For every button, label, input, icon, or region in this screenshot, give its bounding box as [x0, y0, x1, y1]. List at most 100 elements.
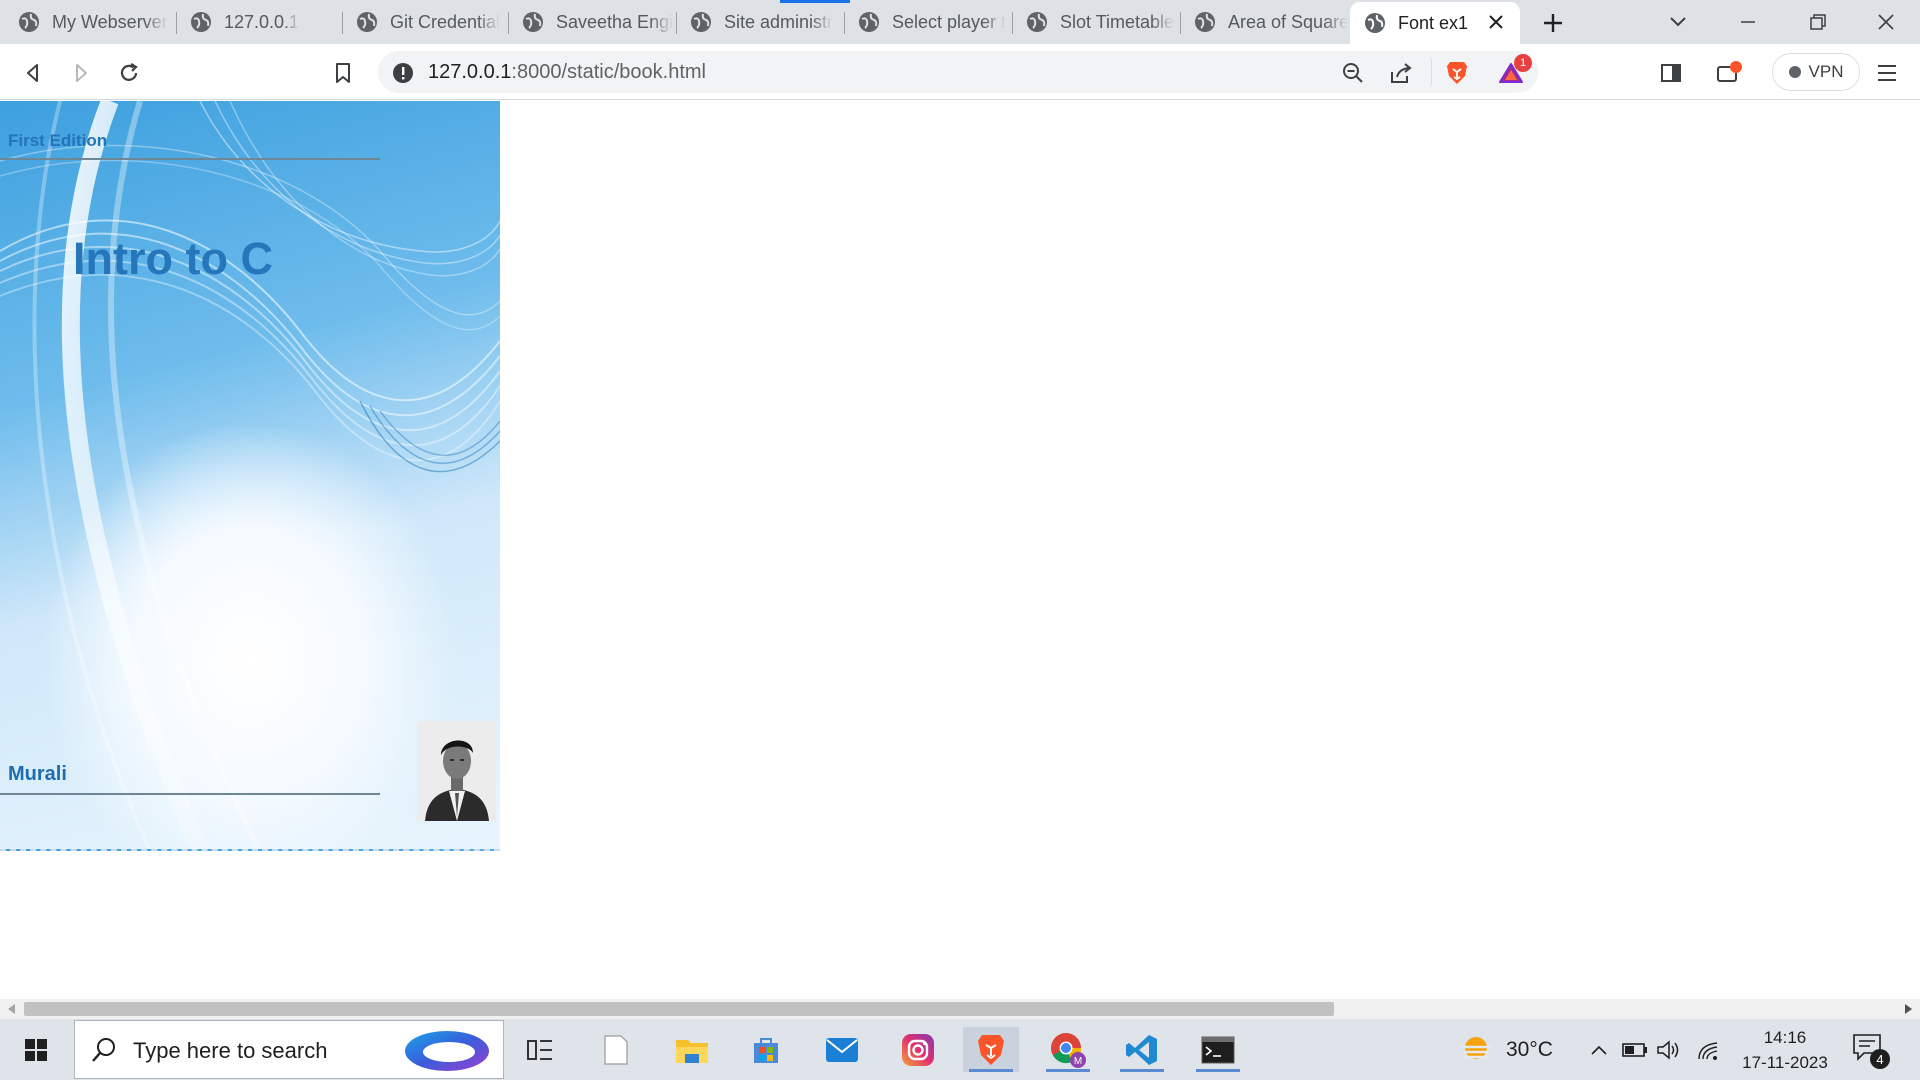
- tab-localhost[interactable]: 127.0.0.1: [176, 6, 342, 38]
- brave-icon: [978, 1034, 1004, 1065]
- sidebar-toggle-button[interactable]: [1654, 56, 1688, 90]
- close-icon: [1489, 15, 1503, 29]
- globe-icon: [1027, 12, 1047, 32]
- scrollbar-thumb[interactable]: [24, 1002, 1334, 1016]
- start-button[interactable]: [8, 1027, 64, 1072]
- brave-shields-button[interactable]: [1444, 60, 1470, 86]
- chrome-button[interactable]: M: [1040, 1027, 1096, 1072]
- tab-label: Git Credential: [390, 11, 501, 32]
- tab-site-administration[interactable]: Site administr: [676, 6, 844, 38]
- search-icon: [92, 1038, 115, 1062]
- url-path: :8000/static/book.html: [511, 61, 706, 83]
- scroll-left-button[interactable]: [6, 1003, 18, 1015]
- divider: [1431, 59, 1432, 85]
- instagram-button[interactable]: [890, 1027, 946, 1072]
- navigation-bar: 127.0.0.1:8000/static/book.html 1 VPN: [0, 44, 1920, 100]
- tab-label: Site administr: [724, 11, 834, 32]
- close-icon: [1878, 14, 1894, 30]
- restore-button[interactable]: [1790, 4, 1846, 40]
- bottom-rule: [0, 793, 380, 795]
- author-photo: [417, 721, 496, 821]
- taskbar-search[interactable]: Type here to search: [74, 1020, 504, 1079]
- clock-date: 17-11-2023: [1742, 1053, 1828, 1072]
- vscode-icon: [1126, 1034, 1157, 1065]
- tab-area-of-square[interactable]: Area of Square: [1180, 6, 1348, 38]
- microsoft-store-button[interactable]: [738, 1027, 794, 1072]
- url-text[interactable]: 127.0.0.1:8000/static/book.html: [428, 61, 706, 84]
- svg-text:M: M: [1074, 1056, 1082, 1067]
- vpn-button[interactable]: VPN: [1772, 53, 1860, 91]
- volume-button[interactable]: [1654, 1035, 1684, 1065]
- vpn-status-dot: [1788, 66, 1801, 78]
- mail-icon: [826, 1037, 858, 1062]
- forward-button[interactable]: [64, 56, 98, 90]
- vscode-button[interactable]: [1114, 1027, 1170, 1072]
- tab-select-player[interactable]: Select player t: [844, 6, 1012, 38]
- sidebar-icon: [1661, 64, 1681, 82]
- tab-git-credential[interactable]: Git Credential: [342, 6, 508, 38]
- wallet-button[interactable]: [1712, 56, 1746, 90]
- show-hidden-icons-button[interactable]: [1584, 1035, 1614, 1065]
- url-host: 127.0.0.1: [428, 61, 512, 83]
- zoom-out-icon: [1343, 63, 1363, 83]
- back-button[interactable]: [16, 56, 50, 90]
- share-button[interactable]: [1388, 60, 1414, 86]
- author-portrait-image: [417, 721, 496, 821]
- brave-taskbar-button[interactable]: [963, 1027, 1019, 1072]
- tab-slot-timetable[interactable]: Slot Timetable: [1012, 6, 1180, 38]
- info-icon: [393, 63, 413, 83]
- system-clock[interactable]: 14:16 17-11-2023: [1730, 1025, 1840, 1075]
- caret-right-icon: [1905, 1004, 1912, 1014]
- minimize-button[interactable]: [1720, 4, 1776, 40]
- edition-label: First Edition: [8, 131, 108, 150]
- task-view-button[interactable]: [512, 1027, 568, 1072]
- tab-my-webserver[interactable]: My Webserver: [4, 6, 172, 38]
- new-tab-button[interactable]: [1538, 8, 1568, 38]
- scroll-right-button[interactable]: [1902, 1003, 1914, 1015]
- site-info-button[interactable]: [390, 60, 416, 86]
- active-indicator: [969, 1069, 1013, 1072]
- globe-icon: [523, 12, 543, 32]
- tab-saveetha[interactable]: Saveetha Engi: [508, 6, 676, 38]
- active-indicator: [1046, 1069, 1090, 1072]
- weather-widget[interactable]: 30°C: [1458, 1033, 1553, 1067]
- close-window-button[interactable]: [1858, 4, 1914, 40]
- notepad-icon: [604, 1034, 628, 1065]
- plus-icon: [1544, 14, 1562, 32]
- close-tab-button[interactable]: [1484, 10, 1508, 34]
- brave-rewards-button[interactable]: 1: [1498, 54, 1532, 86]
- brave-lion-icon: [1447, 62, 1467, 84]
- tab-label: 127.0.0.1: [224, 11, 300, 32]
- bookmark-button[interactable]: [326, 56, 360, 90]
- reload-icon: [120, 63, 138, 81]
- tab-font-ex1[interactable]: Font ex1: [1350, 2, 1520, 44]
- menu-button[interactable]: [1870, 56, 1904, 90]
- top-rule: [0, 158, 380, 160]
- bookmark-icon: [336, 63, 350, 83]
- book-title: Intro to C: [73, 233, 273, 284]
- chevron-up-icon: [1591, 1045, 1607, 1055]
- notification-center-button[interactable]: 4: [1852, 1033, 1892, 1069]
- restore-icon: [1810, 14, 1826, 30]
- mail-button[interactable]: [814, 1027, 870, 1072]
- search-placeholder: Type here to search: [133, 1038, 328, 1063]
- network-button[interactable]: [1694, 1035, 1724, 1065]
- notepad-button[interactable]: [588, 1027, 644, 1072]
- horizontal-scrollbar[interactable]: [0, 999, 1920, 1019]
- globe-icon: [691, 12, 711, 32]
- battery-button[interactable]: [1620, 1035, 1650, 1065]
- address-bar[interactable]: 127.0.0.1:8000/static/book.html 1: [378, 51, 1538, 93]
- speaker-icon: [1657, 1040, 1679, 1060]
- file-explorer-button[interactable]: [664, 1027, 720, 1072]
- terminal-button[interactable]: [1190, 1027, 1246, 1072]
- tab-strip: My Webserver 127.0.0.1 Git Credential Sa…: [0, 0, 1920, 44]
- instagram-icon: [902, 1033, 934, 1066]
- reload-button[interactable]: [112, 56, 146, 90]
- share-icon: [1391, 63, 1412, 83]
- taskbar: Type here to search M 30°C 14:16 17-11-2…: [0, 1019, 1920, 1080]
- wallet-icon: [1717, 61, 1742, 82]
- globe-icon: [191, 12, 211, 32]
- tab-search-button[interactable]: [1650, 4, 1706, 40]
- zoom-button[interactable]: [1340, 60, 1366, 86]
- vpn-label: VPN: [1808, 62, 1844, 81]
